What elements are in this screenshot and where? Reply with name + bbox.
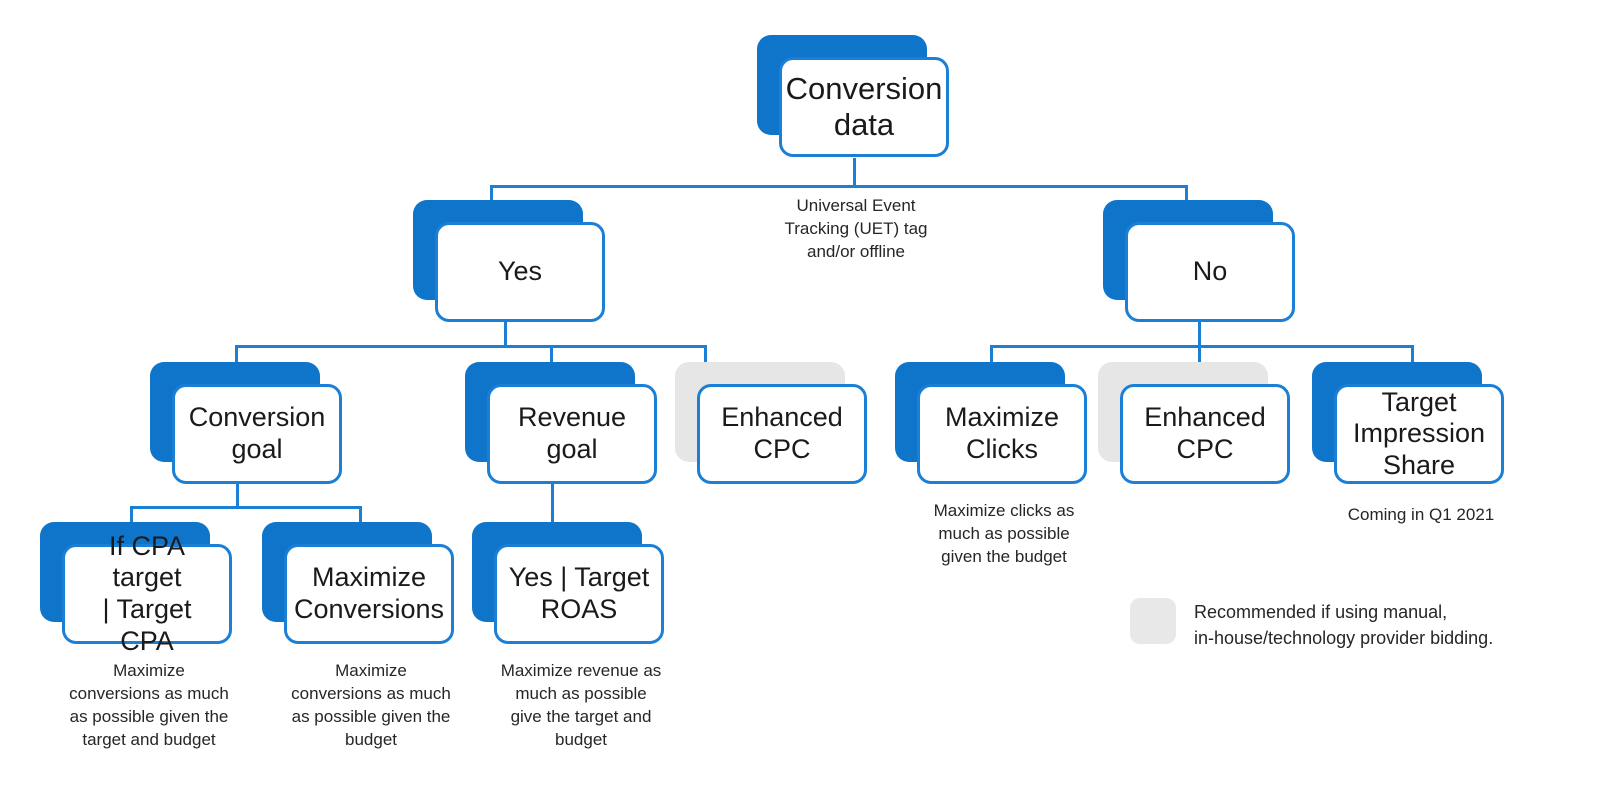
legend-text: Recommended if using manual, in-house/te… (1194, 602, 1494, 649)
node-enhanced-cpc-left[interactable]: Enhanced CPC (675, 362, 867, 484)
connector-no-stem (1198, 322, 1201, 347)
node-no[interactable]: No (1103, 200, 1295, 322)
node-label: If CPA target | Target CPA (102, 530, 192, 656)
connector-conversion-goal-stem (236, 483, 239, 508)
node-yes[interactable]: Yes (413, 200, 605, 322)
node-label: Revenue goal (517, 402, 627, 464)
node-label: Enhanced CPC (721, 402, 843, 464)
node-label: Yes | Target ROAS (508, 562, 650, 624)
node-face: Target Impression Share (1334, 384, 1504, 484)
node-label: Conversion data (785, 70, 943, 142)
legend: Recommended if using manual, in-house/te… (1130, 598, 1493, 651)
connector-no-children-bar (990, 345, 1414, 348)
caption-target-roas: Maximize revenue as much as possible giv… (500, 661, 662, 749)
node-conversion-data[interactable]: Conversion data (757, 35, 949, 157)
node-target-roas[interactable]: Yes | Target ROAS (472, 522, 664, 644)
node-face: Conversion data (779, 57, 949, 157)
node-maximize-clicks[interactable]: Maximize Clicks (895, 362, 1087, 484)
node-face: Enhanced CPC (1120, 384, 1290, 484)
node-maximize-conversions[interactable]: Maximize Conversions (262, 522, 454, 644)
node-conversion-goal[interactable]: Conversion goal (150, 362, 342, 484)
caption-maximize-conversions: Maximize conversions as much as possible… (291, 661, 451, 749)
node-label: Yes (497, 256, 543, 287)
legend-swatch-grey (1130, 598, 1176, 644)
caption-target-cpa: Maximize conversions as much as possible… (69, 661, 229, 749)
node-face: Yes | Target ROAS (494, 544, 664, 644)
diagram-canvas: Conversion data Yes No Universal Event T… (0, 0, 1600, 788)
connector-yes-children-bar (235, 345, 707, 348)
caption-target-impression-share: Coming in Q1 2021 (1347, 505, 1495, 524)
connector-level1-bar (490, 185, 1188, 188)
node-face: Revenue goal (487, 384, 657, 484)
node-label: Target Impression Share (1352, 386, 1486, 480)
node-label: Maximize Clicks (944, 402, 1059, 464)
node-face: Maximize Conversions (284, 544, 454, 644)
connector-yes-stem (504, 322, 507, 347)
node-label: Enhanced CPC (1144, 402, 1266, 464)
node-face: If CPA target | Target CPA (62, 531, 232, 656)
connector-conversion-goal-bar (130, 506, 362, 509)
node-face: Maximize Clicks (917, 384, 1087, 484)
node-face: Enhanced CPC (697, 384, 867, 484)
node-face: Yes (435, 222, 605, 322)
caption-maximize-clicks: Maximize clicks as much as possible give… (933, 501, 1075, 566)
connector-root-stem (853, 158, 856, 186)
edge-label-uet: Universal Event Tracking (UET) tag and/o… (784, 196, 928, 261)
node-label: Maximize Conversions (293, 562, 445, 624)
node-label: Conversion goal (188, 402, 326, 464)
node-face: No (1125, 222, 1295, 322)
node-target-impression-share[interactable]: Target Impression Share (1312, 362, 1504, 484)
node-revenue-goal[interactable]: Revenue goal (465, 362, 657, 484)
node-enhanced-cpc-right[interactable]: Enhanced CPC (1098, 362, 1290, 484)
connector-revenue-goal-stem (551, 483, 554, 526)
node-face: Conversion goal (172, 384, 342, 484)
node-target-cpa[interactable]: If CPA target | Target CPA (40, 522, 232, 656)
node-label: No (1192, 256, 1228, 287)
